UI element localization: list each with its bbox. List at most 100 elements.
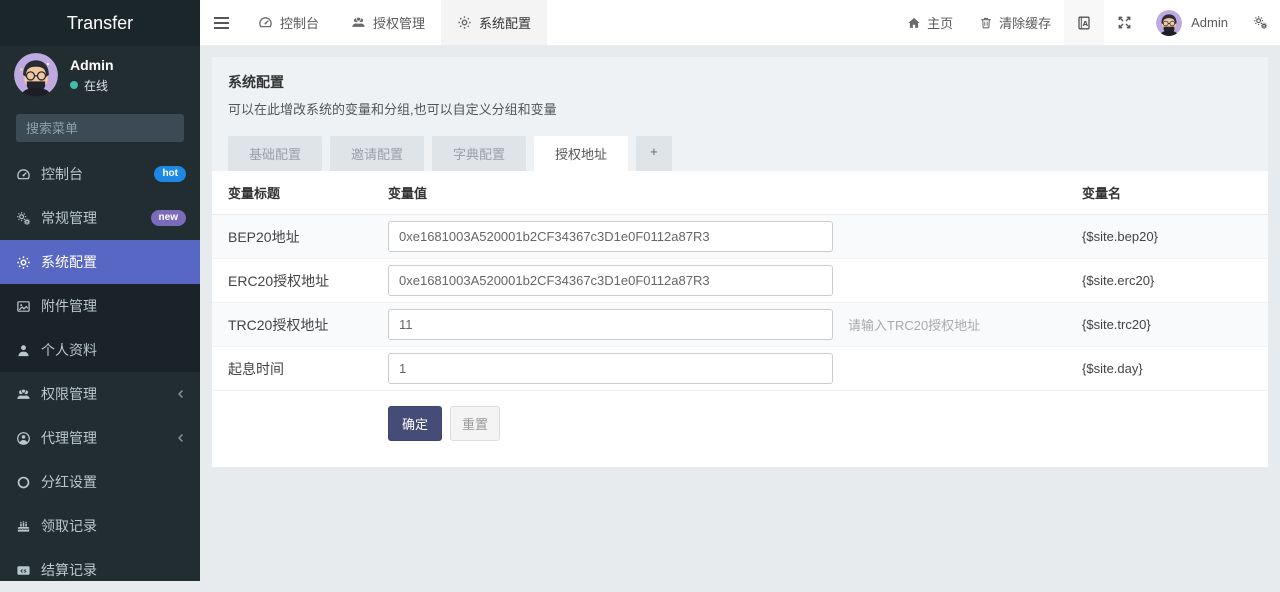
user-name: Admin [70, 57, 114, 73]
sidebar-item-label: 控制台 [41, 164, 154, 184]
home-icon [907, 16, 921, 30]
tab-invite-config[interactable]: 邀请配置 [330, 136, 424, 171]
nav-user-menu[interactable]: Admin [1144, 0, 1240, 45]
settings-button[interactable] [1240, 0, 1280, 45]
nav-username: Admin [1191, 15, 1228, 30]
cogs-icon [1253, 15, 1268, 30]
expand-icon [1117, 15, 1132, 30]
sidebar-user-panel: Admin 在线 [0, 46, 200, 104]
avatar [14, 53, 58, 97]
sidebar-item-label: 个人资料 [41, 340, 186, 360]
hot-badge: hot [154, 166, 186, 182]
home-link[interactable]: 主页 [894, 0, 966, 45]
page-subtitle: 可以在此增改系统的变量和分组,也可以自定义分组和变量 [228, 99, 1252, 118]
config-panel: 系统配置 可以在此增改系统的变量和分组,也可以自定义分组和变量 基础配置 邀请配… [212, 57, 1268, 467]
submit-button[interactable]: 确定 [388, 406, 442, 441]
nav-tab-dashboard[interactable]: 控制台 [242, 0, 335, 45]
online-dot-icon [70, 81, 78, 89]
sidebar-item-claims[interactable]: 领取记录 [0, 504, 200, 548]
fullscreen-button[interactable] [1104, 0, 1144, 45]
clear-cache-label: 清除缓存 [999, 13, 1051, 32]
sidebar-item-attachments[interactable]: 附件管理 [0, 284, 200, 328]
sidebar-item-label: 权限管理 [41, 384, 176, 404]
app-logo[interactable]: Transfer [0, 0, 200, 46]
col-header-name: 变量名 [1082, 183, 1252, 202]
cake-icon [16, 519, 31, 534]
users-icon [351, 15, 366, 30]
row-title: BEP20地址 [228, 227, 388, 247]
doc-a-icon: A [1076, 15, 1092, 31]
sidebar-item-settlements[interactable]: cs 结算记录 [0, 548, 200, 592]
sidebar-item-label: 结算记录 [41, 560, 186, 580]
sidebar-search [16, 114, 184, 142]
user-icon [16, 343, 31, 358]
cogs-icon [16, 211, 31, 226]
sidebar-item-system-config[interactable]: 系统配置 [0, 240, 200, 284]
sidebar-item-dividends[interactable]: 分红设置 [0, 460, 200, 504]
hamburger-menu-icon[interactable] [200, 0, 242, 45]
new-badge: new [151, 210, 186, 226]
tab-basic-config[interactable]: 基础配置 [228, 136, 322, 171]
row-title: ERC20授权地址 [228, 271, 388, 291]
tab-authorization-address[interactable]: 授权地址 [534, 136, 628, 171]
bep20-address-input[interactable] [388, 221, 833, 252]
table-row: 起息时间 {$site.day} [212, 347, 1268, 391]
row-variable-name: {$site.trc20} [1082, 317, 1252, 332]
row-hint: 请输入TRC20授权地址 [840, 315, 1082, 334]
trc20-address-input[interactable] [388, 309, 833, 340]
sidebar-menu: 控制台 hot 常规管理 new 系统配置 附件管理 个人资料 权限管理 [0, 152, 200, 592]
nav-tab-label: 授权管理 [373, 13, 425, 32]
sidebar-item-general[interactable]: 常规管理 new [0, 196, 200, 240]
search-input[interactable] [26, 121, 202, 136]
col-header-value: 变量值 [388, 183, 840, 202]
col-header-title: 变量标题 [228, 183, 388, 202]
sidebar-item-dashboard[interactable]: 控制台 hot [0, 152, 200, 196]
image-icon [16, 299, 31, 314]
users-icon [16, 387, 31, 402]
row-title: 起息时间 [228, 359, 388, 379]
top-navbar: 控制台 授权管理 系统配置 主页 清除缓存 A Admin [200, 0, 1280, 46]
sidebar-item-label: 常规管理 [41, 208, 151, 228]
check-update-button[interactable]: A [1064, 0, 1104, 45]
table-row: ERC20授权地址 {$site.erc20} [212, 259, 1268, 303]
dashboard-icon [16, 167, 31, 182]
row-variable-name: {$site.bep20} [1082, 229, 1252, 244]
add-tab-button[interactable]: + [636, 136, 672, 171]
table-row: TRC20授权地址 请输入TRC20授权地址 {$site.trc20} [212, 303, 1268, 347]
config-tabs: 基础配置 邀请配置 字典配置 授权地址 + [228, 136, 1252, 171]
nav-tab-label: 控制台 [280, 13, 319, 32]
sidebar-item-label: 分红设置 [41, 472, 186, 492]
row-variable-name: {$site.day} [1082, 361, 1252, 376]
main-content: 系统配置 可以在此增改系统的变量和分组,也可以自定义分组和变量 基础配置 邀请配… [200, 46, 1280, 581]
sidebar-item-profile[interactable]: 个人资料 [0, 328, 200, 372]
erc20-address-input[interactable] [388, 265, 833, 296]
dashboard-icon [258, 15, 273, 30]
row-variable-name: {$site.erc20} [1082, 273, 1252, 288]
tab-dictionary-config[interactable]: 字典配置 [432, 136, 526, 171]
trash-icon [979, 16, 993, 30]
sidebar-item-label: 系统配置 [41, 252, 186, 272]
nav-tab-system-config[interactable]: 系统配置 [441, 0, 547, 45]
chevron-left-icon [176, 389, 186, 399]
user-circle-icon [16, 431, 31, 446]
table-header-row: 变量标题 变量值 变量名 [212, 171, 1268, 215]
svg-text:cs: cs [20, 568, 26, 574]
sidebar-item-label: 附件管理 [41, 296, 186, 316]
gear-icon [16, 255, 31, 270]
sidebar-submenu: 系统配置 附件管理 个人资料 [0, 240, 200, 372]
nav-tab-authorization[interactable]: 授权管理 [335, 0, 441, 45]
reset-button[interactable]: 重置 [450, 406, 500, 441]
row-title: TRC20授权地址 [228, 315, 388, 335]
clear-cache-link[interactable]: 清除缓存 [966, 0, 1064, 45]
chevron-left-icon [176, 433, 186, 443]
nav-tab-label: 系统配置 [479, 13, 531, 32]
interest-start-input[interactable] [388, 353, 833, 384]
page-title: 系统配置 [228, 72, 1252, 92]
sidebar-item-agents[interactable]: 代理管理 [0, 416, 200, 460]
sidebar-item-label: 代理管理 [41, 428, 176, 448]
table-row: BEP20地址 {$site.bep20} [212, 215, 1268, 259]
home-link-label: 主页 [927, 13, 953, 32]
sidebar-item-permissions[interactable]: 权限管理 [0, 372, 200, 416]
cs-card-icon: cs [16, 563, 31, 578]
avatar [1156, 10, 1182, 36]
